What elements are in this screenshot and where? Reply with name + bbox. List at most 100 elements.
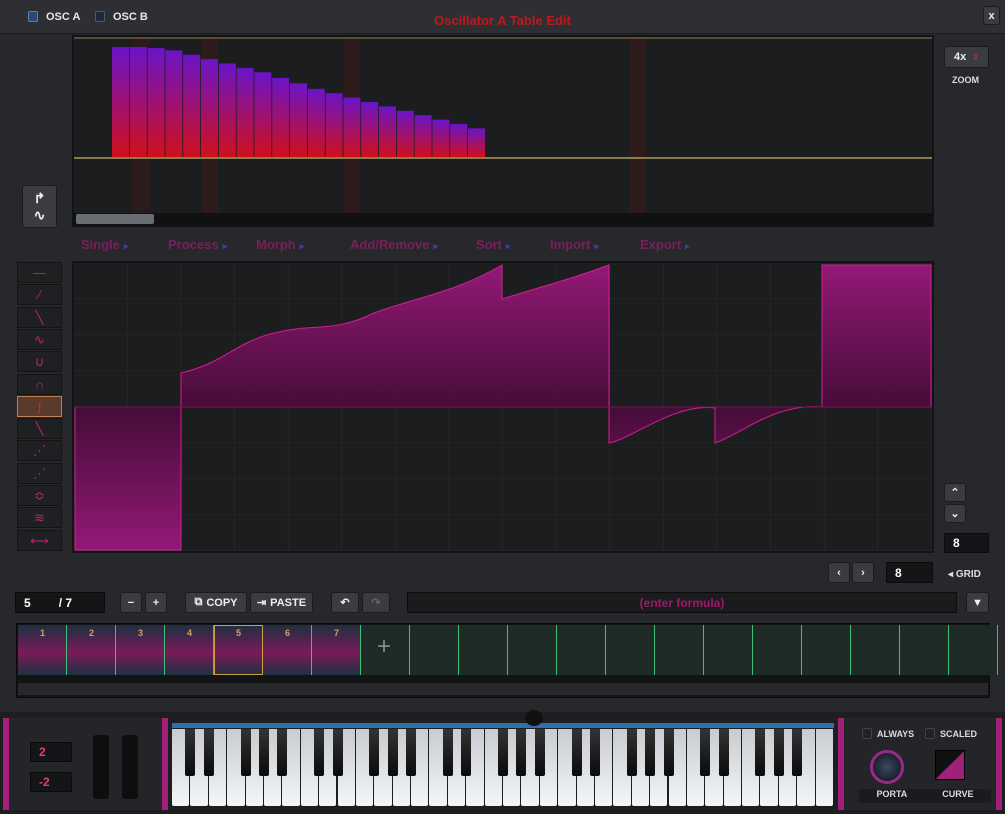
tool-fall-curve-icon[interactable]: ╲ [17, 418, 62, 440]
empty-frame-slot[interactable] [851, 625, 900, 675]
black-key[interactable] [498, 729, 508, 776]
copy-button[interactable]: ⧉ COPY [185, 592, 247, 613]
tool-s-curve-icon[interactable]: ∫ [17, 395, 62, 417]
menu-morph[interactable]: Morph ▸ [256, 237, 304, 252]
black-key[interactable] [700, 729, 711, 776]
frame-thumbnail[interactable]: 5 [214, 625, 263, 675]
tool-dotted-ramp-down-icon[interactable]: ⋰ [17, 462, 62, 484]
porta-knob[interactable] [870, 750, 904, 784]
empty-frame-slot[interactable] [508, 625, 557, 675]
harmonic-bar[interactable] [201, 59, 218, 157]
harmonic-bar[interactable] [129, 47, 147, 157]
black-key[interactable] [626, 729, 637, 776]
harmonic-bar[interactable] [272, 77, 290, 157]
tool-stretch-icon[interactable]: ⟷ [17, 529, 62, 551]
black-key[interactable] [663, 729, 674, 776]
frame-thumbnail[interactable]: 3 [116, 625, 165, 675]
black-key[interactable] [332, 729, 343, 776]
harmonics-scrollbar[interactable] [74, 213, 932, 225]
harmonic-bar[interactable] [450, 124, 468, 157]
empty-frame-slot[interactable] [557, 625, 606, 675]
black-key[interactable] [442, 729, 453, 776]
harmonic-bar[interactable] [307, 88, 325, 157]
empty-frame-slot[interactable] [410, 625, 459, 675]
scaled-checkbox[interactable] [925, 728, 935, 739]
harmonic-bar[interactable] [343, 97, 361, 157]
tool-pinch-icon[interactable]: ≎ [17, 485, 62, 506]
harmonic-bar[interactable] [468, 128, 485, 157]
redo-button[interactable]: ↷ [362, 592, 390, 613]
black-key[interactable] [369, 729, 380, 776]
black-key[interactable] [773, 729, 784, 776]
mod-wheel[interactable] [122, 735, 138, 799]
next-button[interactable]: › [852, 562, 874, 583]
black-key[interactable] [185, 729, 196, 776]
remove-frame-button[interactable]: − [120, 592, 142, 613]
scrollbar-thumb[interactable] [76, 214, 154, 224]
tool-noise-icon[interactable]: ≋ [17, 507, 62, 529]
pitch-down-range[interactable]: -2 [30, 772, 72, 792]
harmonics-graph[interactable] [74, 37, 932, 213]
harmonic-bar[interactable] [254, 72, 272, 157]
apply-to-waveform-button[interactable]: ↱ ∿ [22, 185, 57, 228]
black-key[interactable] [203, 729, 214, 776]
add-frame-icon[interactable]: + [377, 633, 391, 661]
menu-process[interactable]: Process ▸ [168, 237, 227, 252]
vertical-grid-select[interactable]: 8 [944, 533, 989, 553]
menu-import[interactable]: Import ▸ [550, 237, 599, 252]
harmonic-bar[interactable] [414, 115, 432, 157]
undo-button[interactable]: ↶ [331, 592, 359, 613]
black-key[interactable] [718, 729, 729, 776]
black-key[interactable] [258, 729, 269, 776]
white-key[interactable] [815, 729, 833, 806]
scroll-up-button[interactable]: ⌃ [944, 483, 966, 502]
pitch-up-range[interactable]: 2 [30, 742, 72, 762]
harmonic-bar[interactable] [165, 50, 183, 157]
black-key[interactable] [314, 729, 325, 776]
piano-keyboard[interactable] [172, 729, 834, 806]
formula-dropdown-button[interactable]: ▼ [966, 592, 989, 613]
zoom-select[interactable]: 4x ⇕ [944, 46, 989, 68]
tool-flat-icon[interactable]: — [17, 262, 62, 283]
empty-frame-slot[interactable] [606, 625, 655, 675]
empty-frame-slot[interactable] [949, 625, 998, 675]
frame-thumbnail[interactable]: 1 [18, 625, 67, 675]
black-key[interactable] [534, 729, 545, 776]
scroll-down-button[interactable]: ⌄ [944, 504, 966, 523]
keyboard-scroll-handle[interactable] [525, 710, 543, 726]
prev-button[interactable]: ‹ [828, 562, 850, 583]
frame-counter[interactable]: 5 / 7 [15, 592, 105, 613]
tool-sine-icon[interactable]: ∿ [17, 328, 62, 350]
empty-frame-slot[interactable] [655, 625, 704, 675]
harmonic-bar[interactable] [218, 63, 236, 158]
always-checkbox[interactable] [862, 728, 872, 739]
paste-button[interactable]: ⇥ PASTE [250, 592, 313, 613]
black-key[interactable] [792, 729, 803, 776]
black-key[interactable] [406, 729, 417, 776]
black-key[interactable] [571, 729, 582, 776]
menu-add-remove[interactable]: Add/Remove ▸ [350, 237, 438, 252]
harmonic-bar[interactable] [112, 47, 129, 157]
empty-frame-slot[interactable] [704, 625, 753, 675]
harmonic-bar[interactable] [361, 102, 379, 157]
empty-frame-slot[interactable] [802, 625, 851, 675]
harmonic-bar[interactable] [432, 119, 450, 157]
tool-ramp-up-icon[interactable]: ⁄ [17, 284, 62, 306]
tool-sine-inverted-icon[interactable]: ∪ [17, 351, 62, 373]
curve-button[interactable] [935, 750, 965, 780]
formula-input[interactable]: (enter formula) [407, 592, 957, 613]
menu-sort[interactable]: Sort ▸ [476, 237, 511, 252]
grid-select[interactable]: 8 [886, 562, 933, 583]
black-key[interactable] [516, 729, 527, 776]
menu-single[interactable]: Single ▸ [81, 237, 129, 252]
frame-thumbnail[interactable]: 6 [263, 625, 312, 675]
frame-scrollbar[interactable] [18, 683, 988, 695]
menu-export[interactable]: Export ▸ [640, 237, 690, 252]
tool-arch-icon[interactable]: ∩ [17, 373, 62, 395]
harmonic-bar[interactable] [290, 83, 307, 157]
harmonic-bar[interactable] [325, 93, 343, 157]
empty-frame-slot[interactable] [753, 625, 802, 675]
tool-ramp-down-icon[interactable]: ╲ [17, 306, 62, 328]
waveform-editor[interactable] [72, 261, 934, 553]
frame-thumbnail[interactable]: 2 [67, 625, 116, 675]
